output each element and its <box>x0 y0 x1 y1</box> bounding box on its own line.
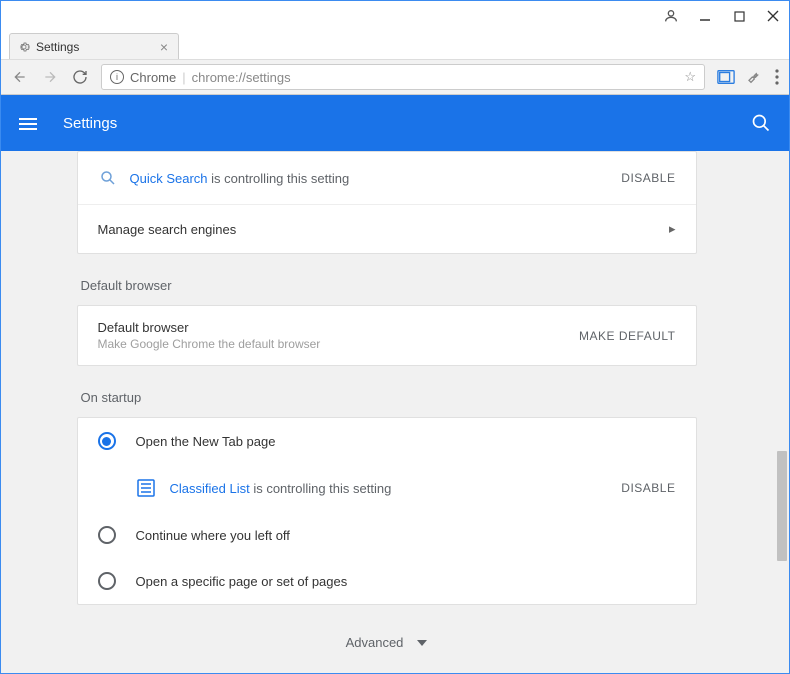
panel-icon[interactable] <box>717 69 735 85</box>
account-icon[interactable] <box>663 8 679 24</box>
advanced-toggle[interactable]: Advanced <box>77 605 697 660</box>
on-startup-card: Open the New Tab page Classified List is… <box>77 417 697 605</box>
default-browser-card: Default browser Make Google Chrome the d… <box>77 305 697 366</box>
startup-option-label: Open a specific page or set of pages <box>136 574 348 589</box>
scrollbar-thumb[interactable] <box>777 451 787 561</box>
startup-extension-notice: Classified List is controlling this sett… <box>78 464 696 512</box>
default-browser-subtitle: Make Google Chrome the default browser <box>98 337 321 351</box>
menu-button[interactable] <box>775 69 779 85</box>
scrollbar[interactable] <box>772 151 789 673</box>
manage-search-engines-label: Manage search engines <box>98 222 237 237</box>
maximize-button[interactable] <box>731 8 747 24</box>
default-browser-row: Default browser Make Google Chrome the d… <box>78 306 696 365</box>
manage-search-engines-row[interactable]: Manage search engines ▸ <box>78 205 696 253</box>
search-icon[interactable] <box>751 113 771 133</box>
bookmark-star-icon[interactable]: ☆ <box>684 69 696 85</box>
startup-option-label: Continue where you left off <box>136 528 290 543</box>
minimize-button[interactable] <box>697 8 713 24</box>
extension-wrench-icon[interactable] <box>747 69 763 85</box>
extension-name-link[interactable]: Classified List <box>170 481 250 496</box>
startup-option-newtab[interactable]: Open the New Tab page <box>78 418 696 464</box>
startup-option-label: Open the New Tab page <box>136 434 276 449</box>
advanced-label: Advanced <box>346 635 404 650</box>
disable-extension-button[interactable]: DISABLE <box>621 171 675 185</box>
extension-name-link[interactable]: Quick Search <box>130 171 208 186</box>
classified-list-extension-icon <box>136 478 156 498</box>
window-titlebar <box>1 1 789 31</box>
make-default-button[interactable]: MAKE DEFAULT <box>579 329 675 343</box>
close-button[interactable] <box>765 8 781 24</box>
on-startup-section-title: On startup <box>77 366 697 417</box>
radio-unchecked-icon <box>98 572 116 590</box>
browser-tab-settings[interactable]: Settings × <box>9 33 179 59</box>
quick-search-extension-icon <box>98 168 118 188</box>
back-button[interactable] <box>11 68 29 86</box>
default-browser-title: Default browser <box>98 320 321 335</box>
search-engine-extension-notice: Quick Search is controlling this setting… <box>78 152 696 205</box>
startup-option-specific[interactable]: Open a specific page or set of pages <box>78 558 696 604</box>
settings-header: Settings <box>1 95 789 151</box>
page-title: Settings <box>63 115 117 132</box>
url-field[interactable]: i Chrome | chrome://settings ☆ <box>101 64 705 90</box>
forward-button[interactable] <box>41 68 59 86</box>
radio-unchecked-icon <box>98 526 116 544</box>
site-info-icon[interactable]: i <box>110 70 124 84</box>
url-scheme-label: Chrome <box>130 70 176 85</box>
chevron-down-icon <box>417 640 427 646</box>
tab-title: Settings <box>36 40 79 54</box>
url-text: chrome://settings <box>192 70 291 85</box>
tab-close-icon[interactable]: × <box>160 39 168 55</box>
chevron-right-icon: ▸ <box>669 221 676 237</box>
tab-bar: Settings × <box>1 31 789 59</box>
settings-content: Quick Search is controlling this setting… <box>1 151 772 673</box>
default-browser-section-title: Default browser <box>77 254 697 305</box>
radio-checked-icon <box>98 432 116 450</box>
reload-button[interactable] <box>71 68 89 86</box>
startup-option-continue[interactable]: Continue where you left off <box>78 512 696 558</box>
disable-extension-button[interactable]: DISABLE <box>621 481 675 495</box>
menu-icon[interactable] <box>19 115 39 131</box>
gear-icon <box>18 41 30 53</box>
address-bar: i Chrome | chrome://settings ☆ <box>1 59 789 95</box>
search-engine-card: Quick Search is controlling this setting… <box>77 151 697 254</box>
